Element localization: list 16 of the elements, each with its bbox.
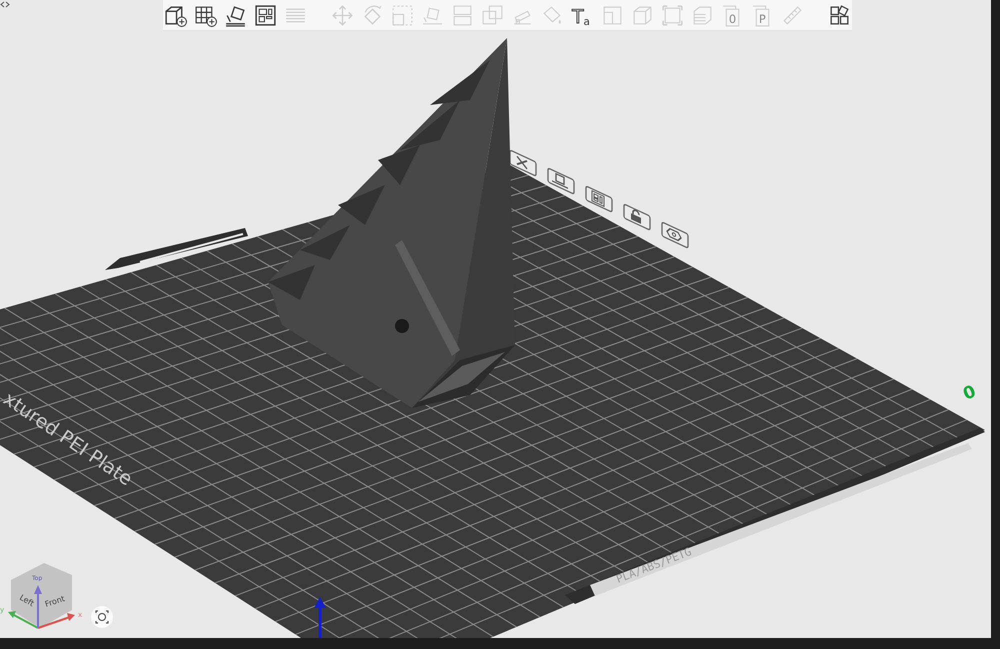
x-axis-arrow [38, 613, 75, 629]
view-cube [11, 563, 72, 628]
toolbar-button[interactable]: Ta [570, 2, 595, 28]
plate-button[interactable] [585, 185, 613, 213]
toolbar-button[interactable] [253, 2, 278, 28]
y-axis-arrow [8, 611, 38, 629]
up-axis-arrow [34, 585, 42, 628]
cube-face-label: Left [18, 592, 36, 608]
plate-button[interactable] [547, 167, 575, 195]
collapse-icon[interactable] [0, 0, 10, 9]
plate-number: 0 [960, 382, 979, 405]
z-axis-arrow [314, 597, 326, 640]
focus-button[interactable] [91, 606, 113, 628]
plate-button[interactable] [661, 221, 689, 249]
cube-face-label: Front [44, 594, 66, 609]
plate-button[interactable] [623, 203, 651, 231]
